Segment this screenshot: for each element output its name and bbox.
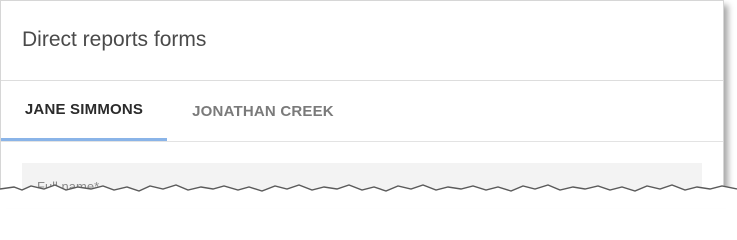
tab-jane-simmons[interactable]: JANE SIMMONS [1,81,167,141]
direct-reports-dialog: Direct reports forms JANE SIMMONS JONATH… [0,0,724,196]
torn-paper-edge [0,184,737,208]
tab-jonathan-creek[interactable]: JONATHAN CREEK [167,81,359,141]
dialog-title: Direct reports forms [22,28,207,51]
dialog-header: Direct reports forms [1,1,723,81]
tab-bar: JANE SIMMONS JONATHAN CREEK [1,81,723,142]
